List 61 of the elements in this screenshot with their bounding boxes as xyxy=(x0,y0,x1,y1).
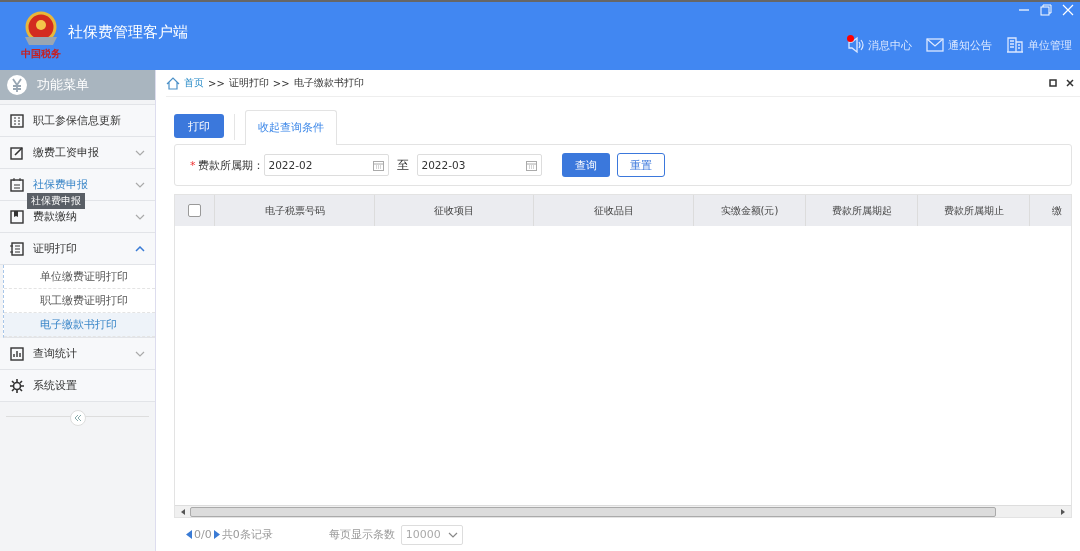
column-header[interactable]: 费款所属期止 xyxy=(943,203,1004,218)
record-count: 共0条记录 xyxy=(221,527,273,542)
next-page-icon[interactable] xyxy=(213,530,220,539)
submenu-item[interactable]: 电子缴款书打印 xyxy=(4,313,155,337)
menu-item[interactable]: 职工参保信息更新 xyxy=(0,104,155,137)
maximize-icon[interactable] xyxy=(1049,79,1057,87)
previous-page-icon[interactable] xyxy=(186,530,192,539)
menu-title: 功能菜单 xyxy=(37,76,89,94)
column-header[interactable]: 费款所属期起 xyxy=(831,203,892,218)
breadcrumb-link[interactable]: 证明打印 xyxy=(228,76,269,90)
list-icon xyxy=(10,113,24,128)
menu-item[interactable]: 查询统计 xyxy=(0,338,155,370)
menu-item[interactable]: 证明打印 xyxy=(0,233,155,265)
reset-button[interactable]: 重置 xyxy=(616,153,665,177)
gear-icon xyxy=(10,378,24,393)
submenu-item[interactable]: 单位缴费证明打印 xyxy=(4,265,155,289)
field-label: 费款所属期： xyxy=(197,157,264,173)
tooltip: 社保费申报 xyxy=(27,193,85,209)
breadcrumb-separator: >> xyxy=(272,77,290,89)
menu-item[interactable]: 缴费工资申报 xyxy=(0,137,155,169)
search-button[interactable]: 查询 xyxy=(561,153,610,177)
envelope-icon xyxy=(926,36,944,54)
column-header[interactable]: 缴 xyxy=(1052,203,1062,218)
scroll-left-icon xyxy=(180,508,186,515)
column-header[interactable]: 征收品目 xyxy=(593,203,634,218)
horizontal-scrollbar[interactable] xyxy=(175,505,1071,517)
edit-icon xyxy=(10,145,24,160)
collapse-icon[interactable] xyxy=(69,410,86,426)
date-field[interactable]: 2022-02 xyxy=(263,154,389,176)
calendar-icon xyxy=(372,159,384,171)
breadcrumb-link[interactable]: 首页 xyxy=(184,76,204,90)
clipboard-icon xyxy=(10,177,24,192)
column-header[interactable]: 征收项目 xyxy=(434,203,474,218)
logo-text: 中国税务 xyxy=(21,47,61,61)
app-title: 社保费管理客户端 xyxy=(68,22,188,42)
book-icon xyxy=(10,209,24,224)
building-icon xyxy=(1006,36,1024,54)
column-header[interactable]: 实缴金额(元) xyxy=(720,203,779,218)
column-header[interactable]: 电子税票号码 xyxy=(264,203,325,218)
page-position: 0/0 xyxy=(194,528,212,541)
tab[interactable]: 收起查询条件 xyxy=(245,110,337,145)
calendar-icon xyxy=(525,159,537,171)
home-icon xyxy=(166,76,180,90)
close-icon[interactable] xyxy=(1066,79,1074,87)
page-size-label: 每页显示条数 xyxy=(328,527,395,542)
bar-chart-icon xyxy=(10,346,24,361)
required-mark: * xyxy=(190,158,196,172)
speaker-icon xyxy=(846,36,864,54)
date-field[interactable]: 2022-03 xyxy=(416,154,542,176)
restore-icon[interactable] xyxy=(1040,4,1052,16)
breadcrumb-link[interactable]: 电子缴款书打印 xyxy=(293,76,364,90)
menu-item[interactable]: 系统设置 xyxy=(0,370,155,402)
scroll-thumb[interactable] xyxy=(190,506,996,517)
breadcrumb-separator: >> xyxy=(208,77,225,89)
scroll-right-icon xyxy=(1060,508,1066,515)
chevron-down-icon xyxy=(447,531,458,538)
document-icon xyxy=(10,241,24,256)
print-button[interactable]: 打印 xyxy=(174,114,224,138)
yen-icon xyxy=(7,75,27,95)
select-all-checkbox[interactable] xyxy=(188,204,201,217)
range-separator: 至 xyxy=(396,156,409,174)
